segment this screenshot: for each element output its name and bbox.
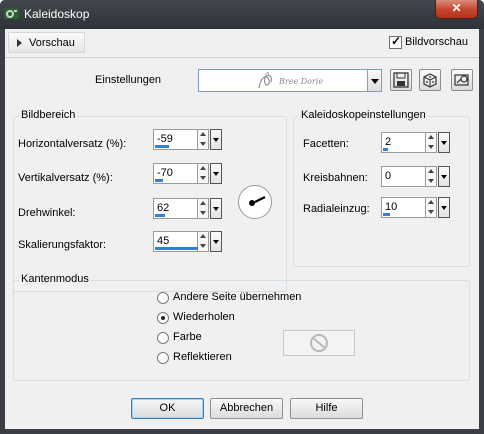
vertical-offset-input[interactable]: -70 [153, 163, 198, 184]
horizontal-offset-label: Horizontalversatz (%): [18, 138, 127, 150]
edge-mode-radio-repeat[interactable] [157, 312, 169, 324]
randomize-button[interactable] [419, 69, 441, 91]
rotation-level-bar [155, 214, 165, 217]
radial-indent-stepper[interactable] [426, 197, 437, 218]
image-preview-label: Bildvorschau [405, 36, 468, 48]
radial-indent-dropdown[interactable] [438, 197, 450, 218]
chevron-down-icon [441, 174, 447, 179]
ok-button[interactable]: OK [131, 398, 204, 419]
edge-color-swatch[interactable] [283, 330, 355, 356]
radial-indent-label: Radialeinzug: [303, 203, 370, 215]
chevron-down-icon [213, 239, 219, 244]
edge-mode-radio-color[interactable] [157, 332, 169, 344]
vertical-offset-label: Vertikalversatz (%): [18, 172, 113, 184]
rotation-stepper[interactable] [198, 198, 209, 219]
dice-icon [423, 73, 437, 88]
vertical-offset-value: -70 [157, 167, 173, 179]
chevron-down-icon [213, 137, 219, 142]
close-button[interactable]: ✕ [435, 0, 478, 19]
rotation-dial-needle-icon [249, 196, 266, 206]
vertical-offset-stepper[interactable] [198, 163, 209, 184]
help-button[interactable]: Hilfe [290, 398, 363, 419]
preview-label: Vorschau [29, 37, 75, 49]
orbits-input[interactable]: 0 [381, 166, 426, 187]
dialog-window: Kaleidoskop ✕ Vorschau ✓ Bildvorschau Ei… [0, 0, 484, 434]
rotation-dropdown[interactable] [210, 198, 222, 219]
scale-factor-dropdown[interactable] [210, 231, 222, 252]
horizontal-offset-dropdown[interactable] [210, 129, 222, 150]
radial-indent-input[interactable]: 10 [381, 197, 426, 218]
preset-manager-icon [454, 74, 469, 86]
scale-factor-label: Skalierungsfaktor: [18, 239, 107, 251]
close-icon: ✕ [451, 1, 462, 15]
orbits-label: Kreisbahnen: [303, 172, 368, 184]
save-icon [393, 72, 409, 88]
title-bar[interactable]: Kaleidoskop ✕ [0, 0, 484, 29]
facets-stepper[interactable] [426, 132, 437, 153]
chevron-down-icon [441, 205, 447, 210]
edge-mode-label-color: Farbe [173, 331, 202, 343]
settings-label: Einstellungen [95, 74, 162, 86]
orbits-stepper[interactable] [426, 166, 437, 187]
watermark-text: Bree Dorie [279, 77, 324, 86]
horizontal-offset-stepper[interactable] [198, 129, 209, 150]
facets-label: Facetten: [303, 138, 349, 150]
window-title: Kaleidoskop [24, 7, 90, 21]
scale-factor-stepper[interactable] [198, 231, 209, 252]
horizontal-offset-value: -59 [157, 133, 173, 145]
orbits-dropdown[interactable] [438, 166, 450, 187]
preset-dropdown[interactable]: Bree Dorie [198, 69, 382, 92]
horizontal-offset-level-bar [155, 145, 169, 148]
chevron-down-icon [213, 171, 219, 176]
image-preview-checkbox[interactable]: ✓ [389, 34, 402, 49]
edge-mode-label-reflect: Reflektieren [173, 351, 232, 363]
rotation-dial[interactable] [238, 185, 272, 219]
preset-manager-button[interactable] [451, 69, 473, 91]
rotation-input[interactable]: 62 [153, 198, 198, 219]
facets-level-bar [383, 148, 388, 151]
dialog-client-area: Vorschau ✓ Bildvorschau Einstellungen Br… [5, 29, 479, 429]
radial-indent-value: 10 [385, 201, 398, 213]
scale-factor-level-bar [155, 247, 198, 250]
edge-mode-label-repeat: Wiederholen [173, 311, 235, 323]
divider [5, 57, 479, 58]
vertical-offset-level-bar [155, 179, 163, 182]
save-preset-button[interactable] [390, 69, 412, 91]
expand-triangle-icon [17, 39, 22, 47]
checkmark-icon: ✓ [391, 34, 402, 48]
chevron-down-icon [441, 140, 447, 145]
scale-factor-value: 45 [157, 235, 170, 247]
edge-mode-radio-reflect[interactable] [157, 352, 169, 364]
no-color-icon [310, 334, 328, 352]
rotation-label: Drehwinkel: [18, 207, 76, 219]
radial-indent-level-bar [383, 213, 390, 216]
cancel-button[interactable]: Abbrechen [210, 398, 283, 419]
rotation-value: 62 [157, 202, 170, 214]
radio-selected-dot [161, 316, 165, 320]
horizontal-offset-input[interactable]: -59 [153, 129, 198, 150]
edge-mode-radio-other-side[interactable] [157, 292, 169, 304]
facets-value: 2 [385, 136, 392, 148]
scale-factor-input[interactable]: 45 [153, 231, 198, 252]
chevron-down-icon [370, 78, 379, 84]
facets-dropdown[interactable] [438, 132, 450, 153]
orbits-value: 0 [385, 170, 392, 182]
edge-mode-label-other-side: Andere Seite übernehmen [173, 291, 302, 303]
edge-mode-title: Kantenmodus [19, 273, 91, 285]
app-icon [4, 8, 19, 19]
facets-input[interactable]: 2 [381, 132, 426, 153]
vertical-offset-dropdown[interactable] [210, 163, 222, 184]
image-area-title: Bildbereich [19, 109, 78, 121]
preset-dropdown-arrow[interactable] [367, 70, 381, 91]
chevron-down-icon [213, 206, 219, 211]
preview-toggle-button[interactable]: Vorschau [8, 32, 85, 53]
kaleidoscope-settings-title: Kaleidoskopeinstellungen [299, 109, 428, 121]
